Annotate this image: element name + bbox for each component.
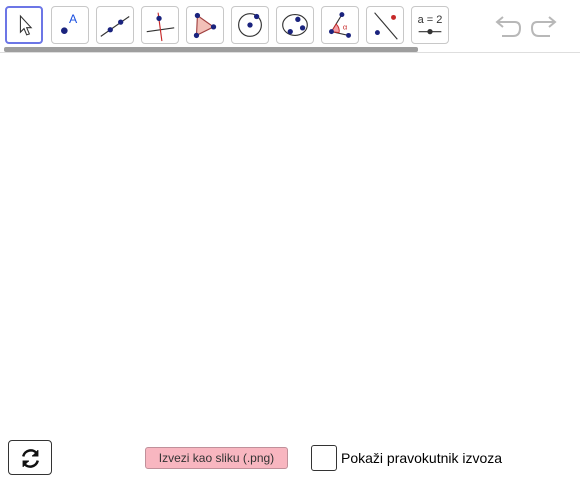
cursor-arrow-icon: [19, 14, 33, 36]
show-export-rectangle-checkbox[interactable]: [311, 445, 337, 471]
angle-icon: α: [329, 12, 351, 38]
undo-button[interactable]: [492, 12, 522, 42]
show-export-rectangle-label: Pokaži pravokutnik izvoza: [341, 450, 503, 466]
slider-icon: [418, 28, 442, 35]
export-png-button[interactable]: Izvezi kao sliku (.png): [145, 447, 288, 469]
perpendicular-line-tool-button[interactable]: [141, 6, 179, 44]
line-through-points-icon: [100, 16, 130, 37]
redo-icon: [530, 16, 557, 37]
reflect-about-line-tool-button[interactable]: [366, 6, 404, 44]
line-tool-button[interactable]: [96, 6, 134, 44]
circle-three-points-icon: [282, 14, 308, 36]
toolbar: A α a = 2: [0, 0, 580, 52]
angle-tool-button[interactable]: α: [321, 6, 359, 44]
point-tool-label: A: [69, 12, 78, 26]
refresh-icon: [21, 449, 40, 468]
perpendicular-line-icon: [146, 12, 175, 42]
point-icon: A: [61, 12, 78, 34]
circle-with-center-tool-button[interactable]: [231, 6, 269, 44]
redo-button[interactable]: [530, 12, 560, 42]
point-tool-button[interactable]: A: [51, 6, 89, 44]
polygon-tool-button[interactable]: [186, 6, 224, 44]
circle-center-icon: [238, 13, 262, 37]
reset-button[interactable]: [8, 440, 52, 475]
circle-through-points-tool-button[interactable]: [276, 6, 314, 44]
move-tool-button[interactable]: [5, 6, 43, 44]
reflect-line-icon: [374, 12, 398, 40]
slider-tool-button[interactable]: a = 2: [411, 6, 449, 44]
polygon-icon: [193, 12, 217, 39]
undo-icon: [495, 16, 522, 37]
graphics-view[interactable]: [0, 53, 580, 433]
angle-tool-label: α: [343, 23, 348, 32]
